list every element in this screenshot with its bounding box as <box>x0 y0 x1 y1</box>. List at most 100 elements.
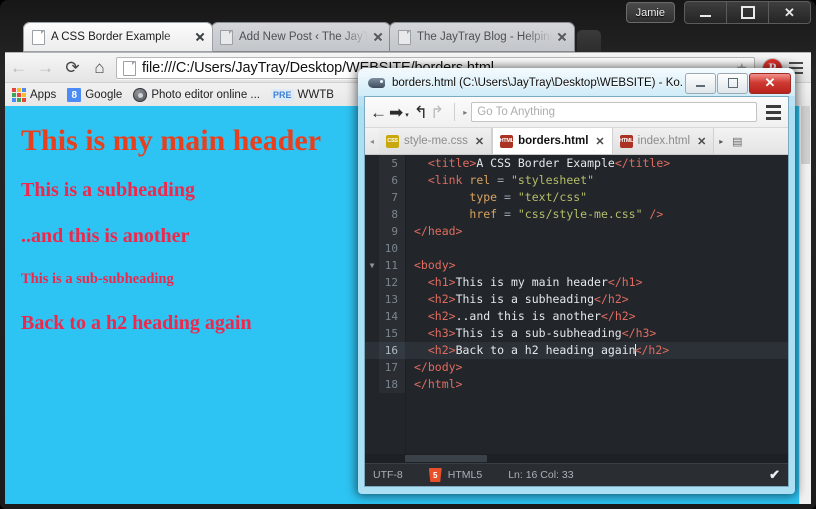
code-token-tg: <body> <box>414 258 456 272</box>
new-tab-button[interactable] <box>577 30 601 52</box>
editor-horizontal-scrollbar[interactable] <box>365 454 788 463</box>
maximize-button[interactable] <box>727 1 769 24</box>
komodo-title-bar[interactable]: borders.html (C:\Users\JayTray\Desktop\W… <box>359 69 794 97</box>
komodo-tab-index-html[interactable]: HTML index.html ✕ <box>612 128 715 154</box>
reload-icon[interactable]: ⟳ <box>59 53 86 83</box>
code-line[interactable]: 17 </body> <box>365 359 788 376</box>
tab-close-icon[interactable]: ✕ <box>475 135 484 148</box>
line-number: 13 <box>379 291 405 308</box>
bookmark-apps[interactable]: Apps <box>12 88 56 102</box>
code-line[interactable]: 16 <h2>Back to a h2 heading again</h2> <box>365 342 788 359</box>
forward-icon[interactable]: → <box>32 53 59 83</box>
tab-favicon-icon <box>32 29 45 45</box>
tab-title: The JayTray Blog - Helping <box>417 31 552 43</box>
komodo-tab-borders-html[interactable]: HTML borders.html ✕ <box>492 128 613 154</box>
minimize-button[interactable] <box>684 1 727 24</box>
code-token-tx: A CSS Border Example <box>476 156 615 170</box>
editor-scrollbar-thumb[interactable] <box>405 455 487 462</box>
code-line[interactable]: ▼ 11 <body> <box>365 257 788 274</box>
code-text: <h2>Back to a h2 heading again</h2> <box>405 342 788 359</box>
code-token-tx: This is my main header <box>455 275 608 289</box>
komodo-undo-icon[interactable]: ↰ <box>414 104 428 121</box>
home-icon[interactable]: ⌂ <box>86 53 113 83</box>
code-lines-container: 5 <title>A CSS Border Example</title> 6 <… <box>365 155 788 463</box>
back-icon[interactable]: ← <box>5 53 32 83</box>
bookmark-photo-editor[interactable]: Photo editor online ... <box>133 88 260 102</box>
line-number: 11 <box>379 257 405 274</box>
status-language[interactable]: 5 HTML5 <box>428 468 483 482</box>
code-token-tg: <h1> <box>427 275 456 289</box>
status-cursor-position: Ln: 16 Col: 33 <box>508 469 574 481</box>
browser-tab-1[interactable]: Add New Post ‹ The JayTr <box>211 22 391 52</box>
status-check-icon[interactable]: ✔ <box>769 467 780 483</box>
chevron-right-icon[interactable]: ▸ <box>463 108 467 117</box>
komodo-maximize-button[interactable] <box>717 72 748 94</box>
user-profile-label: Jamie <box>635 6 665 19</box>
code-line[interactable]: 15 <h3>This is a sub-subheading</h3> <box>365 325 788 342</box>
bookmark-wwtb[interactable]: PRE WWTB <box>271 89 334 101</box>
komodo-back-icon[interactable]: ← <box>370 104 387 121</box>
komodo-forward-icon[interactable]: ➡ <box>389 104 403 121</box>
code-line[interactable]: 5 <title>A CSS Border Example</title> <box>365 155 788 172</box>
komodo-tab-style-me-css[interactable]: CSS style-me.css ✕ <box>379 128 493 154</box>
pre-icon: PRE <box>271 89 294 101</box>
code-line[interactable]: 18 </html> <box>365 376 788 393</box>
komodo-menu-icon[interactable] <box>763 97 783 127</box>
komodo-edit-window: borders.html (C:\Users\JayTray\Desktop\W… <box>358 68 795 494</box>
html5-icon: 5 <box>428 468 442 482</box>
go-to-anything-input[interactable]: Go To Anything <box>471 102 757 122</box>
code-line[interactable]: 10 <box>365 240 788 257</box>
code-text: type = "text/css" <box>405 189 788 206</box>
komodo-close-button[interactable]: ✕ <box>749 72 791 94</box>
code-line[interactable]: 12 <h1>This is my main header</h1> <box>365 274 788 291</box>
code-line[interactable]: 7 type = "text/css" <box>365 189 788 206</box>
code-token-st: "text/css" <box>517 190 588 204</box>
chevron-down-icon[interactable]: ▾ <box>405 111 409 119</box>
tab-list-icon[interactable]: ▤ <box>728 128 746 154</box>
code-token-tg: </h1> <box>607 275 643 289</box>
bookmark-google[interactable]: 8 Google <box>67 88 122 102</box>
tab-close-icon[interactable] <box>554 29 570 45</box>
bookmark-label: WWTB <box>297 89 334 101</box>
tab-close-icon[interactable] <box>192 29 208 45</box>
code-line[interactable]: 13 <h2>This is a subheading</h2> <box>365 291 788 308</box>
chrome-tab-strip: A CSS Border Example Add New Post ‹ The … <box>5 22 811 52</box>
tab-close-icon[interactable]: ✕ <box>595 135 604 148</box>
komodo-redo-icon[interactable]: ↱ <box>430 104 444 121</box>
status-language-label: HTML5 <box>447 469 483 481</box>
close-button[interactable]: ✕ <box>769 1 811 24</box>
page-scrollbar-thumb[interactable] <box>801 106 810 164</box>
browser-tab-2[interactable]: The JayTray Blog - Helping <box>389 22 575 52</box>
code-token-tg: </h3> <box>621 326 657 340</box>
tab-favicon-icon <box>220 29 233 45</box>
page-vertical-scrollbar[interactable] <box>799 106 811 504</box>
code-line[interactable]: 8 href = "css/style-me.css" /> <box>365 206 788 223</box>
tab-scroll-left-icon[interactable]: ◂ <box>365 128 379 154</box>
code-line[interactable]: 9 </head> <box>365 223 788 240</box>
code-line[interactable]: 14 <h2>..and this is another</h2> <box>365 308 788 325</box>
code-token-tg: <h3> <box>427 326 456 340</box>
status-encoding[interactable]: UTF-8 <box>373 469 403 481</box>
code-token-tx: This is a subheading <box>455 292 595 306</box>
apps-grid-icon <box>12 88 26 102</box>
tab-close-icon[interactable] <box>370 29 386 45</box>
code-text: </body> <box>405 359 788 376</box>
code-editor[interactable]: 5 <title>A CSS Border Example</title> 6 <… <box>365 155 788 463</box>
line-number: 10 <box>379 240 405 257</box>
code-token-at: type <box>469 190 498 204</box>
code-line[interactable]: 6 <link rel = "stylesheet" <box>365 172 788 189</box>
fold-toggle-icon[interactable]: ▼ <box>365 257 379 274</box>
komodo-window-controls: ✕ <box>684 72 791 94</box>
line-number: 15 <box>379 325 405 342</box>
window-controls: ✕ <box>684 1 811 24</box>
user-profile-badge[interactable]: Jamie <box>625 2 675 23</box>
code-text: <body> <box>405 257 788 274</box>
tab-scroll-right-icon[interactable]: ▸ <box>714 128 728 154</box>
komodo-minimize-button[interactable] <box>685 72 716 94</box>
code-token-tx: Back to a h2 heading again <box>455 343 636 357</box>
browser-tab-0[interactable]: A CSS Border Example <box>23 22 213 52</box>
code-token-tg: <h2> <box>427 292 456 306</box>
tab-close-icon[interactable]: ✕ <box>697 135 706 148</box>
code-text: </html> <box>405 376 788 393</box>
code-text: <h3>This is a sub-subheading</h3> <box>405 325 788 342</box>
